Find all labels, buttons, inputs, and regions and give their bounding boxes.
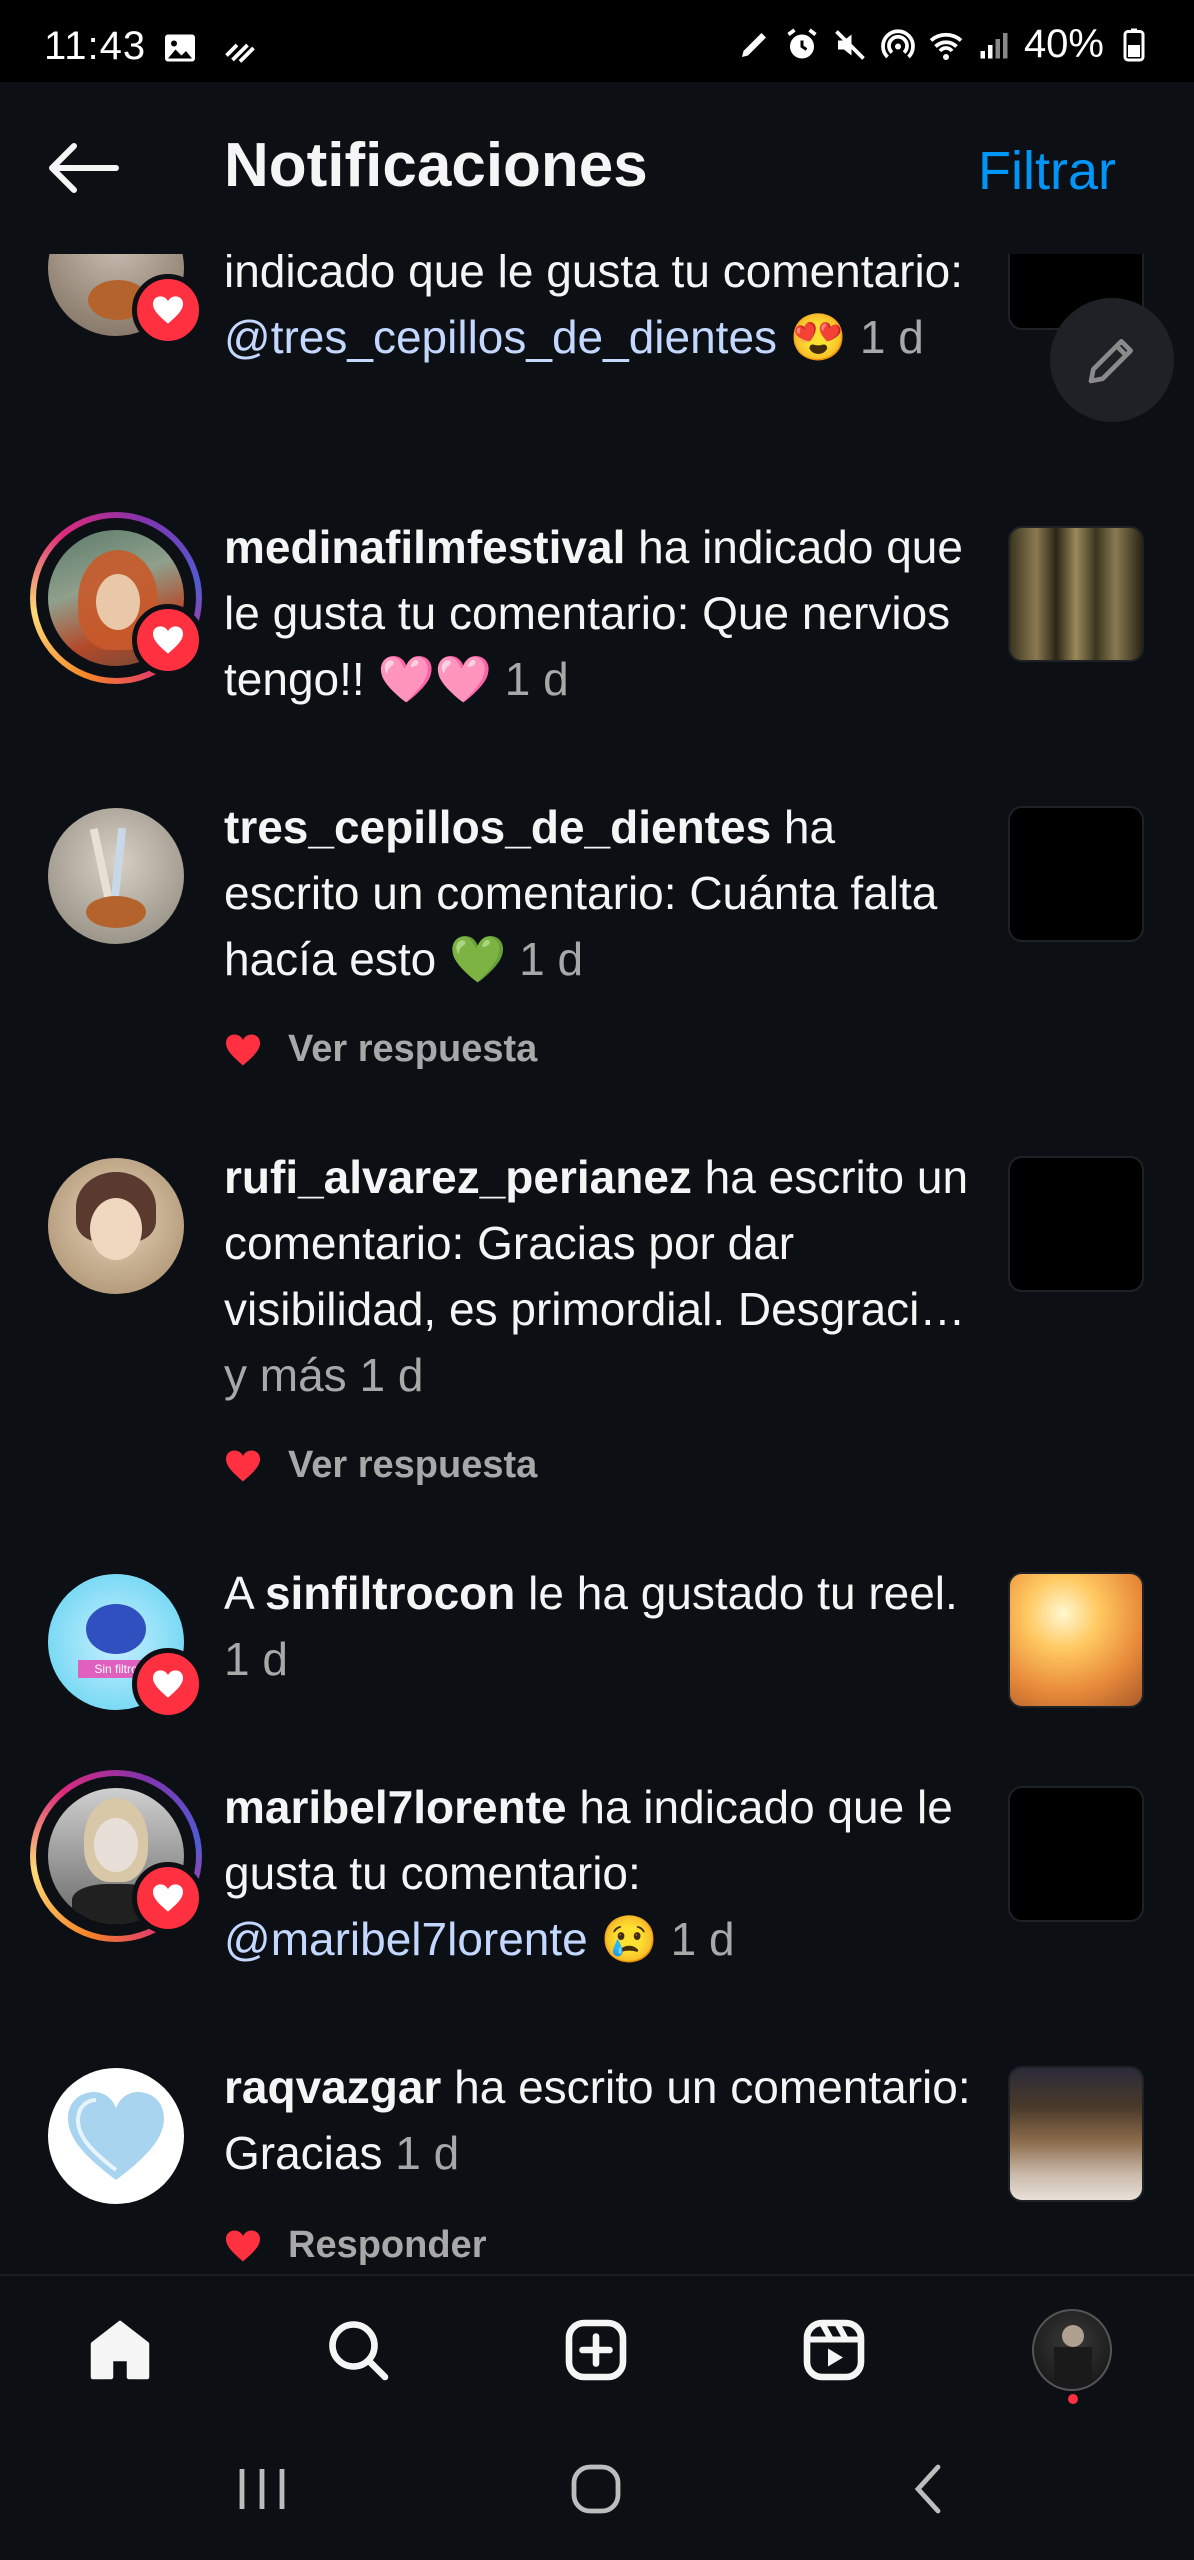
- home-system-button[interactable]: [556, 2454, 636, 2524]
- status-time: 11:43: [44, 24, 147, 68]
- avatar: [1032, 2309, 1112, 2391]
- heart-badge-icon: [132, 604, 204, 676]
- username[interactable]: medinafilmfestival: [224, 521, 625, 573]
- notifications-list[interactable]: indicado que le gusta tu comentario: @tr…: [0, 254, 1194, 2274]
- notification-text: indicado que le gusta tu comentario: @tr…: [224, 254, 964, 363]
- notification-item[interactable]: Sin filtro A sinfiltrocon le ha gustado …: [0, 1560, 1194, 1740]
- avatar[interactable]: [48, 254, 204, 346]
- heart-badge-icon: [132, 1862, 204, 1934]
- filter-button[interactable]: Filtrar: [978, 140, 1116, 202]
- notification-text: tres_cepillos_de_dientes ha escrito un c…: [224, 801, 938, 985]
- status-right-icons: 40%: [736, 22, 1152, 67]
- home-icon: [90, 2320, 150, 2380]
- timestamp: 1 d: [859, 311, 924, 363]
- nav-create[interactable]: [556, 2310, 636, 2390]
- reply-link[interactable]: Responder: [288, 2224, 486, 2267]
- username[interactable]: rufi_alvarez_perianez: [224, 1151, 692, 1203]
- chevron-left-icon: [914, 2464, 941, 2514]
- more-link[interactable]: y más: [224, 1349, 347, 1401]
- timestamp: 1 d: [670, 1913, 735, 1965]
- nav-reels[interactable]: [794, 2310, 874, 2390]
- post-thumbnail[interactable]: [1008, 526, 1144, 662]
- avatar[interactable]: [48, 2068, 184, 2204]
- post-thumbnail[interactable]: [1008, 1786, 1144, 1922]
- reply-row[interactable]: Responder: [224, 2224, 486, 2267]
- plus-square-icon: [565, 2319, 627, 2381]
- profile-notification-dot: [1068, 2394, 1078, 2404]
- nav-profile[interactable]: [1032, 2309, 1112, 2391]
- mention-link[interactable]: @tres_cepillos_de_dientes: [224, 311, 777, 363]
- page-title: Notificaciones: [224, 131, 648, 200]
- reply-row[interactable]: Ver respuesta: [224, 1028, 537, 1071]
- heart-badge-icon: [132, 274, 204, 346]
- view-reply-link[interactable]: Ver respuesta: [288, 1028, 537, 1071]
- notification-text: rufi_alvarez_perianez ha escrito un come…: [224, 1151, 969, 1401]
- gallery-icon: [165, 34, 195, 62]
- avatar[interactable]: [48, 1158, 184, 1294]
- edit-button[interactable]: [1050, 298, 1174, 422]
- search-icon: [329, 2321, 389, 2381]
- heart-icon[interactable]: [224, 1033, 262, 1067]
- nav-search[interactable]: [318, 2310, 398, 2390]
- notification-item[interactable]: maribel7lorente ha indicado que le gusta…: [0, 1770, 1194, 1994]
- notification-item[interactable]: rufi_alvarez_perianez ha escrito un come…: [0, 1144, 1194, 1544]
- notification-item[interactable]: indicado que le gusta tu comentario: @tr…: [0, 254, 1194, 484]
- timestamp: 1 d: [359, 1349, 424, 1401]
- reel-thumbnail[interactable]: [1008, 1572, 1144, 1708]
- heart-avatar-icon: [68, 2092, 164, 2180]
- post-thumbnail[interactable]: [1008, 806, 1144, 942]
- post-thumbnail[interactable]: [1008, 2066, 1144, 2202]
- timestamp: 1 d: [504, 653, 569, 705]
- heart-icon[interactable]: [224, 1449, 262, 1483]
- heart-icon[interactable]: [224, 2229, 262, 2263]
- mute-icon: [835, 29, 865, 60]
- back-button[interactable]: [44, 138, 124, 198]
- avatar[interactable]: [30, 512, 204, 684]
- home-circle-icon: [571, 2464, 621, 2514]
- reels-icon: [803, 2319, 865, 2381]
- notification-text: A sinfiltrocon le ha gustado tu reel. 1 …: [224, 1567, 958, 1685]
- avatar[interactable]: Sin filtro: [48, 1574, 204, 1720]
- pencil-icon: [1088, 339, 1133, 384]
- hotspot-icon: [881, 28, 915, 58]
- recent-apps-button[interactable]: [222, 2454, 302, 2524]
- notification-item[interactable]: medinafilmfestival ha indicado que le gu…: [0, 512, 1194, 734]
- username[interactable]: raqvazgar: [224, 2061, 441, 2113]
- pen-icon: [741, 32, 766, 57]
- mention-link[interactable]: @maribel7lorente: [224, 1913, 588, 1965]
- arrow-left-icon: [49, 143, 119, 193]
- wifi-icon: [929, 32, 963, 60]
- post-thumbnail[interactable]: [1008, 1156, 1144, 1292]
- timestamp: 1 d: [224, 1633, 288, 1685]
- avatar[interactable]: [48, 808, 184, 944]
- notification-text: raqvazgar ha escrito un comentario: Grac…: [224, 2061, 971, 2179]
- battery-percent: 40%: [1023, 22, 1104, 66]
- data-saver-icon: [225, 43, 255, 63]
- status-left-icons: [162, 30, 258, 66]
- notification-text: maribel7lorente ha indicado que le gusta…: [224, 1781, 953, 1965]
- recent-apps-icon: [239, 2469, 285, 2509]
- timestamp: 1 d: [395, 2127, 460, 2179]
- alarm-icon: [787, 28, 817, 58]
- system-nav-bar: [0, 2414, 1194, 2560]
- notification-text: medinafilmfestival ha indicado que le gu…: [224, 521, 963, 705]
- heart-badge-icon: [132, 1648, 204, 1720]
- header: Notificaciones Filtrar: [0, 82, 1194, 254]
- notification-item[interactable]: raqvazgar ha escrito un comentario: Grac…: [0, 2054, 1194, 2274]
- signal-icon: [980, 32, 1008, 58]
- notification-item[interactable]: tres_cepillos_de_dientes ha escrito un c…: [0, 794, 1194, 1134]
- timestamp: 1 d: [519, 933, 584, 985]
- status-bar: 11:43 40%: [0, 0, 1194, 82]
- nav-home[interactable]: [80, 2310, 160, 2390]
- bottom-nav: [0, 2274, 1194, 2416]
- avatar[interactable]: [30, 1770, 204, 1942]
- username[interactable]: tres_cepillos_de_dientes: [224, 801, 771, 853]
- view-reply-link[interactable]: Ver respuesta: [288, 1444, 537, 1487]
- username[interactable]: sinfiltrocon: [265, 1567, 515, 1619]
- reply-row[interactable]: Ver respuesta: [224, 1444, 537, 1487]
- back-system-button[interactable]: [890, 2454, 970, 2524]
- battery-icon: [1123, 28, 1145, 61]
- username[interactable]: maribel7lorente: [224, 1781, 567, 1833]
